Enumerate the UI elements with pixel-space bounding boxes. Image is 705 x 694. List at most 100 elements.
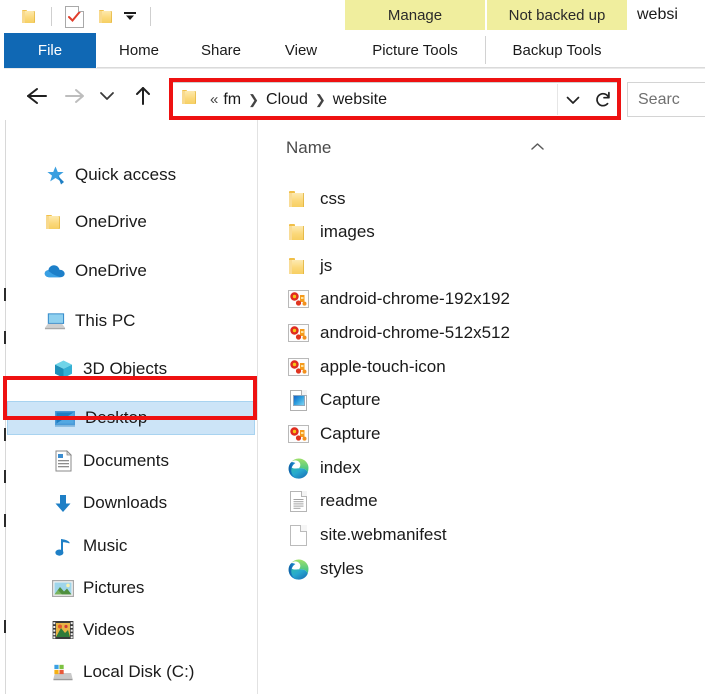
contextual-group-label: Not backed up — [508, 6, 606, 24]
table-row[interactable]: css — [258, 182, 705, 216]
table-row[interactable]: site.webmanifest — [258, 518, 705, 552]
tab-label: Share — [200, 42, 242, 59]
png-image-icon — [286, 287, 310, 311]
file-explorer-window: Manage Not backed up websi File Home Sha… — [0, 0, 705, 694]
back-button[interactable] — [22, 82, 52, 110]
properties-icon[interactable] — [61, 4, 87, 30]
cube-glyph — [54, 360, 72, 378]
blank-file-icon — [286, 523, 310, 547]
download-arrow-glyph — [55, 494, 71, 512]
breadcrumb-overflow[interactable]: « — [206, 91, 222, 108]
up-one-level-button[interactable] — [128, 82, 158, 110]
tab-label: File — [37, 42, 63, 59]
pin-star-icon — [44, 164, 66, 186]
text-file-icon — [286, 489, 310, 513]
sidebar-item-label: Downloads — [83, 493, 168, 512]
tab-divider — [485, 36, 486, 64]
breadcrumb-separator-icon[interactable]: ❯ — [242, 92, 265, 108]
chevron-down-icon — [100, 92, 114, 100]
toolbar-divider — [51, 7, 52, 26]
sidebar-item-desktop[interactable]: Desktop — [7, 401, 255, 435]
computer-icon — [44, 310, 66, 332]
sidebar-item-this-pc[interactable]: This PC — [6, 304, 295, 338]
sidebar-item-label: Desktop — [85, 408, 148, 427]
address-dropdown-chevron-icon[interactable] — [557, 84, 588, 115]
png-image-icon — [286, 422, 310, 446]
tab-home[interactable]: Home — [100, 33, 178, 68]
up-arrow-icon — [136, 87, 150, 105]
sidebar-item-label: Music — [83, 536, 128, 555]
tab-file[interactable]: File — [4, 33, 96, 68]
sidebar-item-onedrive-cloud[interactable]: OneDrive — [6, 254, 295, 288]
table-row[interactable]: styles — [258, 552, 705, 586]
document-icon — [52, 450, 74, 472]
contextual-group-label: Manage — [387, 6, 443, 24]
sidebar-item-label: Pictures — [83, 578, 145, 597]
sidebar-item-label: OneDrive — [75, 261, 147, 280]
forward-button — [60, 82, 90, 110]
address-bar[interactable]: « fm ❯ Cloud ❯ website — [172, 82, 619, 117]
picture-glyph — [52, 579, 74, 597]
breadcrumb-item-fm[interactable]: fm — [222, 91, 242, 109]
music-note-icon — [52, 535, 74, 557]
file-name: css — [320, 189, 346, 208]
film-glyph — [52, 621, 74, 639]
file-name: Capture — [320, 390, 381, 409]
sidebar-item-label: Quick access — [75, 165, 177, 184]
breadcrumb: « fm ❯ Cloud ❯ website — [206, 91, 557, 109]
table-row[interactable]: android-chrome-512x512 — [258, 316, 705, 350]
folder-icon[interactable] — [16, 4, 42, 30]
table-row[interactable]: images — [258, 215, 705, 249]
edge-logo-glyph — [288, 458, 308, 479]
file-name: styles — [320, 559, 364, 578]
edge-logo-glyph — [288, 559, 308, 580]
folder-icon — [286, 220, 310, 244]
ribbon-tab-row: File Home Share View Picture Tools Backu… — [0, 33, 705, 68]
file-name: apple-touch-icon — [320, 357, 446, 376]
png-thumbnail-glyph — [288, 426, 308, 442]
sidebar-item-quick-access[interactable]: Quick access — [6, 158, 295, 192]
file-name: js — [320, 256, 333, 275]
tab-label: Backup Tools — [512, 42, 602, 59]
download-arrow-icon — [52, 492, 74, 514]
tab-view[interactable]: View — [265, 33, 337, 68]
folder-icon — [182, 89, 199, 111]
search-input[interactable]: Searc — [627, 82, 705, 117]
tab-picture-tools[interactable]: Picture Tools — [345, 33, 485, 68]
png-thumbnail-glyph — [288, 291, 308, 307]
table-row[interactable]: Capture — [258, 417, 705, 451]
chevron-down-glyph — [566, 96, 580, 104]
refresh-icon[interactable] — [588, 84, 618, 115]
file-name: readme — [320, 491, 378, 510]
breadcrumb-item-website[interactable]: website — [332, 91, 388, 109]
customize-chevron-icon[interactable] — [119, 4, 141, 30]
sidebar-item-label: Documents — [83, 451, 169, 470]
file-name: Capture — [320, 424, 381, 443]
table-row[interactable]: index — [258, 451, 705, 485]
column-header-name[interactable]: Name — [286, 138, 544, 158]
chevron-down-glyph — [124, 12, 136, 20]
breadcrumb-item-cloud[interactable]: Cloud — [265, 91, 309, 109]
table-row[interactable]: readme — [258, 484, 705, 518]
tab-backup-tools[interactable]: Backup Tools — [487, 33, 627, 68]
recent-locations-button[interactable] — [92, 82, 122, 110]
computer-glyph — [44, 313, 66, 330]
table-row[interactable]: android-chrome-192x192 — [258, 282, 705, 316]
new-folder-icon[interactable] — [93, 4, 119, 30]
sidebar-item-onedrive-folder[interactable]: OneDrive — [6, 205, 295, 239]
breadcrumb-separator-icon[interactable]: ❯ — [309, 92, 332, 108]
image-document-icon — [286, 388, 310, 412]
png-thumbnail-glyph — [288, 359, 308, 375]
tab-label: View — [284, 42, 318, 59]
cube-icon — [52, 358, 74, 380]
hard-drive-icon — [52, 661, 74, 683]
monitor-glyph — [55, 410, 75, 427]
tab-label: Picture Tools — [372, 42, 458, 59]
table-row[interactable]: apple-touch-icon — [258, 350, 705, 384]
document-glyph — [55, 450, 72, 472]
table-row[interactable]: Capture — [258, 383, 705, 417]
table-row[interactable]: js — [258, 249, 705, 283]
red-check-glyph — [67, 10, 81, 22]
tab-share[interactable]: Share — [182, 33, 260, 68]
file-name: site.webmanifest — [320, 525, 447, 544]
